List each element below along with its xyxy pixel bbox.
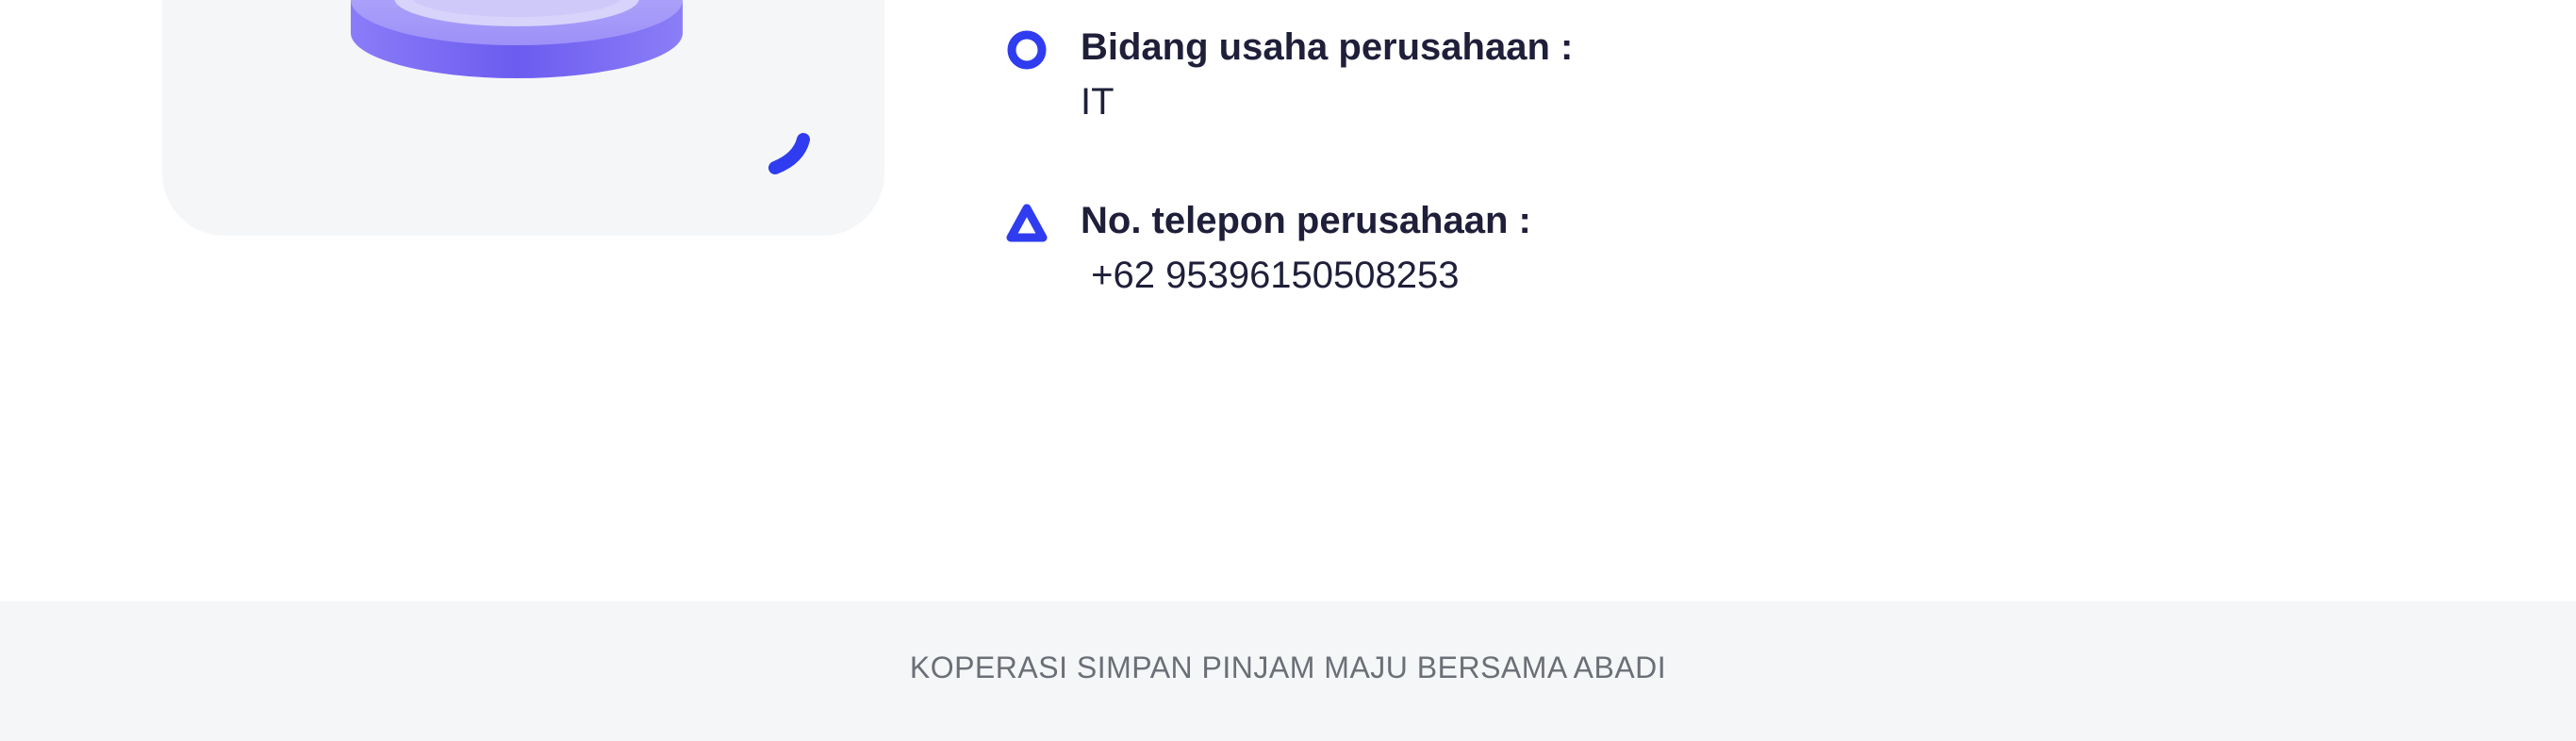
triangle-icon [1003, 200, 1050, 247]
phone-value: +62 95396150508253 [1081, 255, 1460, 296]
business-field-label: Bidang usaha perusahaan : [1081, 26, 1574, 68]
business-field-value: IT [1081, 81, 1115, 123]
illustration-card [162, 0, 884, 236]
footer: KOPERASI SIMPAN PINJAM MAJU BERSAMA ABAD… [0, 601, 2576, 741]
circle-icon [1003, 26, 1050, 74]
phone-label: No. telepon perusahaan : [1081, 200, 1531, 241]
coin-illustration [351, 0, 810, 174]
footer-text: KOPERASI SIMPAN PINJAM MAJU BERSAMA ABAD… [909, 650, 1667, 684]
